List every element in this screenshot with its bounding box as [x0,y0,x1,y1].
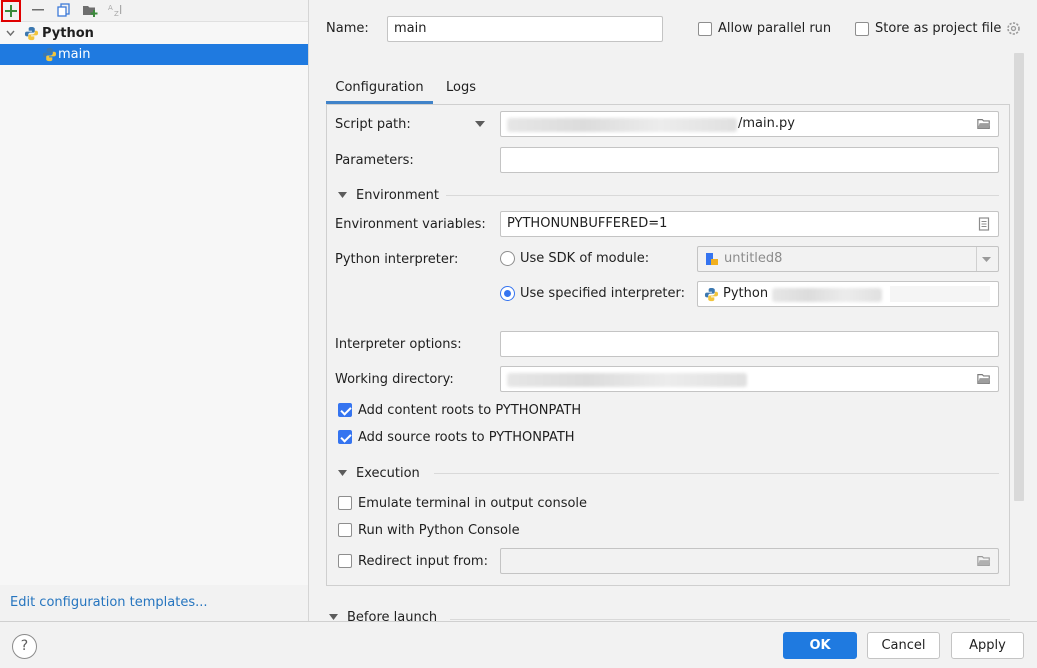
env-vars-input[interactable]: PYTHONUNBUFFERED=1 [500,211,999,237]
copy-icon [57,3,70,17]
use-sdk-radio[interactable] [500,251,515,266]
chevron-down-icon[interactable] [982,257,991,262]
help-button[interactable]: ? [12,634,37,659]
add-source-roots-checkbox[interactable] [338,430,352,444]
remove-configuration-button[interactable] [28,0,48,20]
before-launch-collapse-icon[interactable] [329,614,339,621]
use-specified-interpreter-label: Use specified interpreter: [520,286,685,301]
ok-button[interactable]: OK [783,632,857,659]
script-path-value: /main.py [738,116,795,131]
script-path-input[interactable]: /main.py [500,111,999,137]
redacted-interpreter-path [890,286,990,302]
dialog-button-bar: ? OK Cancel Apply [0,621,1037,668]
tree-group-python[interactable]: Python [0,23,308,44]
before-launch-section-title: Before launch [347,610,438,621]
specified-interpreter-input[interactable]: Python [697,281,999,307]
edit-templates-link[interactable]: Edit configuration templates... [10,595,208,610]
vertical-scrollbar[interactable] [1014,53,1024,501]
folder-icon[interactable] [977,554,991,568]
configurations-toolbar: AZ [0,0,308,22]
use-sdk-label: Use SDK of module: [520,251,650,266]
store-project-file-label: Store as project file [875,21,1002,36]
tab-configuration-label: Configuration [335,80,424,95]
module-icon [706,253,718,265]
run-python-console-label: Run with Python Console [358,523,520,538]
apply-button[interactable]: Apply [951,632,1024,659]
add-content-roots-label: Add content roots to PYTHONPATH [358,403,582,418]
python-icon [42,47,57,62]
emulate-terminal-label: Emulate terminal in output console [358,496,588,511]
specified-interpreter-value: Python [723,286,769,301]
configuration-editor: Name: main Allow parallel run Store as p… [310,0,1037,621]
plus-icon [5,5,17,17]
folder-icon[interactable] [977,372,991,386]
name-input[interactable]: main [387,16,663,42]
redacted-path [507,118,737,132]
svg-text:Z: Z [114,10,119,17]
document-icon[interactable] [977,217,991,231]
execution-collapse-icon[interactable] [338,470,348,477]
tab-logs-label: Logs [446,80,476,95]
tab-configuration[interactable]: Configuration [326,80,433,104]
allow-parallel-label: Allow parallel run [718,21,832,36]
section-divider [446,195,999,196]
redirect-input-label: Redirect input from: [358,554,488,569]
tab-logs[interactable]: Logs [446,80,488,104]
script-path-type-dropdown[interactable] [475,121,485,127]
python-icon [24,26,39,41]
tree-group-label: Python [42,26,94,41]
redacted-path [507,373,747,387]
env-vars-value: PYTHONUNBUFFERED=1 [507,216,668,231]
allow-parallel-checkbox[interactable] [698,22,712,36]
gear-icon[interactable] [1006,21,1021,36]
cancel-button[interactable]: Cancel [867,632,940,659]
run-python-console-checkbox[interactable] [338,523,352,537]
parameters-label: Parameters: [335,153,414,168]
tree-item-main[interactable]: main [0,44,308,65]
script-path-label: Script path: [335,117,411,132]
working-directory-label: Working directory: [335,372,454,387]
python-icon [704,287,719,302]
add-content-roots-checkbox[interactable] [338,403,352,417]
configurations-panel: AZ Python main Edit configuration templa… [0,0,309,621]
svg-text:A: A [108,4,113,12]
minus-icon [32,9,44,11]
dropdown-divider [976,247,977,271]
environment-section-title: Environment [356,188,440,203]
add-source-roots-label: Add source roots to PYTHONPATH [358,430,575,445]
section-divider [450,619,1010,620]
new-folder-button[interactable] [80,0,100,20]
configurations-tree: Python main [0,23,308,65]
name-label: Name: [326,21,369,36]
chevron-down-icon[interactable] [6,30,15,37]
env-vars-label: Environment variables: [335,217,486,232]
python-interpreter-label: Python interpreter: [335,252,459,267]
section-divider [434,473,999,474]
folder-icon[interactable] [977,117,991,131]
tree-item-label: main [58,47,91,62]
use-specified-interpreter-radio[interactable] [500,286,515,301]
sdk-module-select[interactable]: untitled8 [697,246,999,272]
redacted-interpreter-path [772,288,882,302]
emulate-terminal-checkbox[interactable] [338,496,352,510]
interpreter-options-input[interactable] [500,331,999,357]
working-directory-input[interactable] [500,366,999,392]
add-configuration-button[interactable] [1,0,21,22]
parameters-input[interactable] [500,147,999,173]
left-footer: Edit configuration templates... [0,585,308,621]
store-project-file-checkbox[interactable] [855,22,869,36]
execution-section-title: Execution [356,466,420,481]
environment-collapse-icon[interactable] [338,192,348,199]
sort-button[interactable]: AZ [106,0,126,20]
redirect-input-field[interactable] [500,548,999,574]
copy-configuration-button[interactable] [54,0,74,20]
interpreter-options-label: Interpreter options: [335,337,462,352]
sdk-module-value: untitled8 [724,251,783,266]
redirect-input-checkbox[interactable] [338,554,352,568]
new-folder-icon [83,6,98,17]
sort-alphabetically-icon: AZ [108,4,122,17]
